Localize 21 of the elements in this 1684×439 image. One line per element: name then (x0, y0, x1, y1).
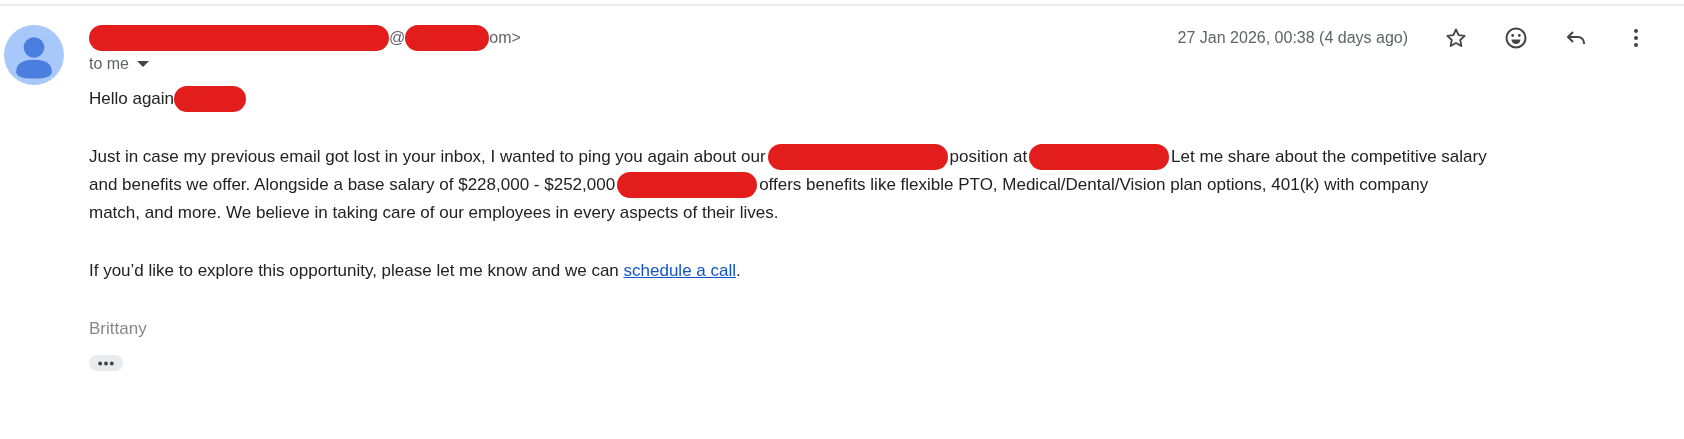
body-text: Just in case my previous email got lost in your inbox, I wanted to ping you again about our (89, 146, 766, 168)
message-date: 27 Jan 2026, 00:38 (4 days ago) (1177, 29, 1408, 47)
recipient-dropdown[interactable]: to me (89, 55, 149, 73)
more-icon (1634, 29, 1638, 47)
avatar-icon (4, 25, 64, 85)
body-text: match, and more. We believe in taking care of our employees in every aspects of their lives. (89, 202, 779, 224)
body-text: and benefits we offer. Alongside a base salary of $228,000 - $252,000 (89, 174, 616, 196)
body-text: position at (949, 146, 1028, 168)
sender-address: @ (389, 29, 406, 47)
signature-text: Brittany (89, 318, 148, 340)
smiley-icon (1504, 26, 1528, 50)
sender-address: om> (489, 29, 521, 47)
greeting-text: Hello again (89, 89, 175, 109)
schedule-link[interactable]: schedule a call (623, 261, 736, 280)
body-text: offers benefits like flexible PTO, Medical/Dental/Vision plan options, 401(k) with company (759, 174, 1429, 196)
star-icon (1444, 26, 1468, 50)
body-paragraph: If you’d like to explore this opportunity, please let me know and we can schedule a call. (89, 260, 742, 282)
caret-icon (137, 61, 149, 67)
show-trimmed-button[interactable] (89, 355, 123, 371)
body-text: Let me share about the competitive salary (1171, 146, 1487, 168)
ellipsis-icon (97, 360, 115, 366)
